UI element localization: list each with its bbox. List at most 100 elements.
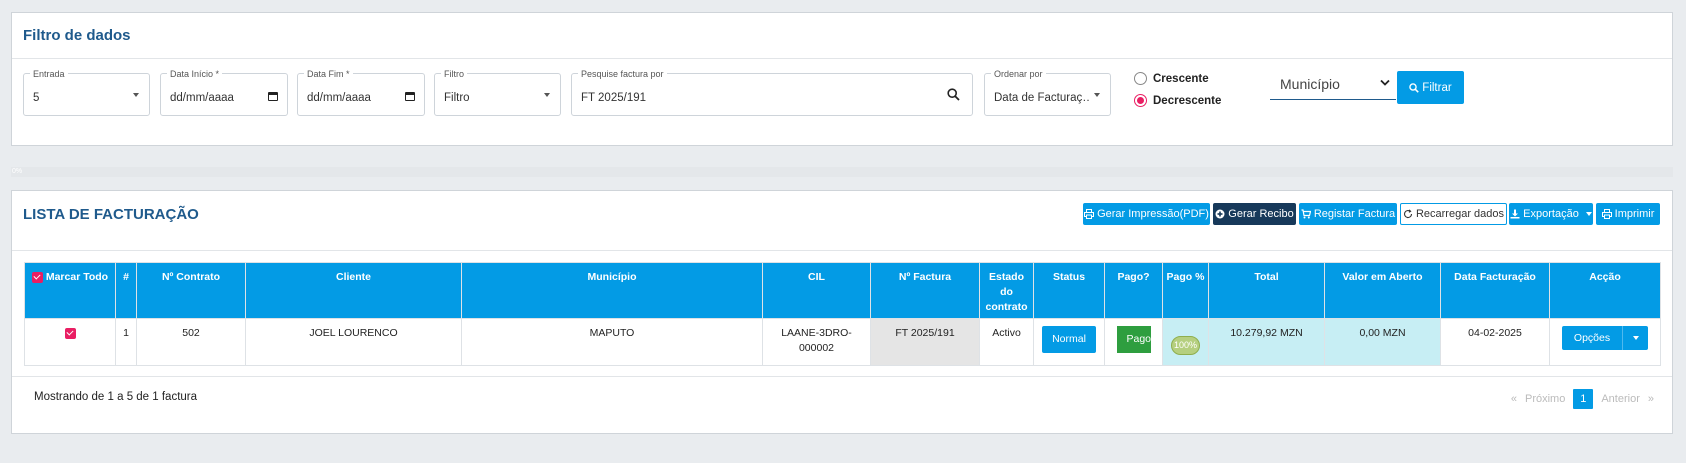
calendar-icon[interactable]	[405, 92, 415, 101]
opcoes-label: Opções	[1573, 331, 1611, 344]
col-marcar-todo-label: Marcar Todo	[45, 271, 109, 283]
col-accao: Acção	[1549, 262, 1661, 319]
ordenar-label: Ordenar por	[991, 68, 1046, 80]
col-pago: Pago?	[1104, 262, 1163, 319]
municipio-select[interactable]: Município	[1270, 72, 1396, 100]
billing-list-panel: LISTA DE FACTURAÇÃO Gerar Impressão(PDF)…	[11, 190, 1673, 434]
data-inicio-field[interactable]: Data Início * dd/mm/aaaa	[160, 68, 288, 116]
chevron-down-icon	[544, 93, 550, 97]
recarregar-button[interactable]: Recarregar dados	[1400, 203, 1507, 225]
cell-pago: Pago	[1104, 318, 1163, 366]
pesquisa-label: Pesquise factura por	[578, 68, 667, 80]
filter-panel: Filtro de dados Entrada 5 Data Início * …	[11, 12, 1673, 146]
table-row: 1 502 JOEL LOURENCO MAPUTO LAANE-3DRO-00…	[24, 318, 1661, 366]
chevron-down-icon	[1585, 212, 1592, 216]
chevron-down-icon	[133, 93, 139, 97]
list-title: LISTA DE FACTURAÇÃO	[23, 206, 199, 223]
cell-aberto: 0,00 MZN	[1324, 318, 1441, 366]
col-num: #	[115, 262, 137, 319]
prev-page-link[interactable]: Próximo	[1525, 393, 1565, 405]
last-arrow[interactable]: »	[1648, 393, 1654, 405]
progress-label: 0%	[12, 168, 23, 175]
table-header-row: Marcar Todo # Nº Contrato Cliente Municí…	[24, 262, 1661, 319]
ordenar-select[interactable]: Ordenar por Data de Facturaç…	[984, 68, 1111, 116]
printer-icon	[1601, 209, 1612, 219]
exportacao-button[interactable]: Exportação	[1509, 203, 1593, 225]
next-page-link[interactable]: Anterior	[1601, 393, 1640, 405]
registar-factura-button[interactable]: Registar Factura	[1299, 203, 1397, 225]
billing-table: Marcar Todo # Nº Contrato Cliente Municí…	[24, 262, 1661, 366]
cell-data: 04-02-2025	[1440, 318, 1550, 366]
chevron-down-icon	[1094, 93, 1100, 97]
imprimir-label: Imprimir	[1614, 208, 1655, 220]
cart-icon	[1301, 209, 1311, 219]
exportacao-label: Exportação	[1523, 208, 1579, 220]
radio-decrescente-label: Decrescente	[1153, 94, 1222, 107]
download-icon	[1510, 209, 1520, 219]
data-fim-value: dd/mm/aaaa	[307, 92, 371, 104]
filter-header: Filtro de dados	[12, 13, 1672, 59]
radio-selected-icon[interactable]	[1134, 94, 1147, 107]
col-cliente: Cliente	[245, 262, 462, 319]
filtro-select[interactable]: Filtro Filtro	[434, 68, 561, 116]
printer-icon	[1084, 209, 1095, 219]
current-page[interactable]: 1	[1573, 389, 1594, 409]
data-fim-label: Data Fim *	[304, 68, 353, 80]
checkbox-checked-icon[interactable]	[31, 271, 43, 283]
cell-status: Normal	[1033, 318, 1105, 366]
filtrar-label: Filtrar	[1422, 81, 1452, 94]
opcoes-button[interactable]: Opções	[1561, 326, 1649, 350]
data-inicio-label: Data Início *	[167, 68, 223, 80]
radio-crescente[interactable]: Crescente	[1134, 72, 1209, 85]
cell-factura: FT 2025/191	[870, 318, 980, 366]
radio-decrescente[interactable]: Decrescente	[1134, 94, 1221, 107]
search-icon[interactable]	[947, 88, 960, 101]
col-factura: Nº Factura	[870, 262, 980, 319]
col-municipio: Município	[461, 262, 763, 319]
checkbox-checked-icon[interactable]	[64, 327, 76, 339]
filtrar-button[interactable]: Filtrar	[1397, 71, 1464, 104]
col-total: Total	[1208, 262, 1325, 319]
pesquisa-value: FT 2025/191	[581, 92, 647, 104]
radio-crescente-label: Crescente	[1153, 72, 1209, 85]
status-badge[interactable]: Normal	[1042, 326, 1096, 353]
radio-icon[interactable]	[1134, 72, 1147, 85]
cell-cliente: JOEL LOURENCO	[245, 318, 462, 366]
chevron-down-icon[interactable]	[1622, 326, 1648, 350]
calendar-icon[interactable]	[268, 92, 278, 101]
cell-estado: Activo	[979, 318, 1034, 366]
gerar-recibo-label: Gerar Recibo	[1228, 208, 1294, 220]
pagination: « Próximo 1 Anterior »	[1511, 389, 1654, 409]
row-checkbox-cell[interactable]	[24, 318, 116, 366]
showing-text: Mostrando de 1 a 5 de 1 factura	[34, 391, 198, 403]
registar-factura-label: Registar Factura	[1313, 208, 1396, 220]
col-status: Status	[1033, 262, 1105, 319]
filter-title: Filtro de dados	[23, 27, 131, 44]
pesquisa-input[interactable]: Pesquise factura por FT 2025/191	[571, 68, 973, 116]
first-arrow[interactable]: «	[1511, 393, 1517, 405]
gerar-impressao-label: Gerar Impressão(PDF)	[1097, 208, 1209, 220]
entrada-select[interactable]: Entrada 5	[23, 68, 150, 116]
gerar-impressao-button[interactable]: Gerar Impressão(PDF)	[1083, 203, 1210, 225]
col-pago-pct: Pago %	[1162, 262, 1209, 319]
chevron-down-icon	[1380, 79, 1390, 86]
search-icon	[1409, 82, 1420, 93]
col-data: Data Facturação	[1440, 262, 1550, 319]
recarregar-label: Recarregar dados	[1415, 208, 1505, 220]
cell-contrato: 502	[136, 318, 246, 366]
plus-circle-icon	[1215, 209, 1225, 219]
col-contrato: Nº Contrato	[136, 262, 246, 319]
progress-bar: 0%	[11, 167, 1673, 177]
imprimir-button[interactable]: Imprimir	[1596, 203, 1660, 225]
data-inicio-value: dd/mm/aaaa	[170, 92, 234, 104]
col-marcar-todo[interactable]: Marcar Todo	[24, 262, 116, 319]
cell-pago-pct: 100%	[1162, 318, 1209, 366]
col-cil: CIL	[762, 262, 871, 319]
gerar-recibo-button[interactable]: Gerar Recibo	[1213, 203, 1296, 225]
refresh-icon	[1403, 209, 1413, 219]
data-fim-field[interactable]: Data Fim * dd/mm/aaaa	[297, 68, 425, 116]
list-footer-divider	[12, 376, 1672, 377]
municipio-value: Município	[1280, 76, 1340, 92]
cell-accao: Opções	[1549, 318, 1661, 366]
pago-badge[interactable]: Pago	[1116, 326, 1151, 353]
